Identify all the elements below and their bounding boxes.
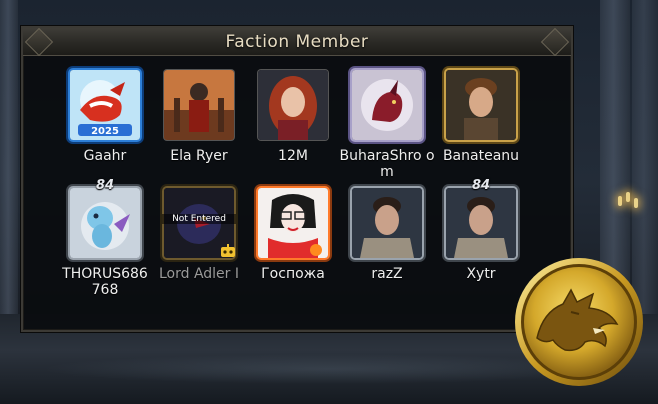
level-badge: 84	[95, 178, 115, 193]
knight-man-avatar-icon	[352, 188, 422, 258]
avatar[interactable]	[254, 66, 332, 144]
candle	[634, 198, 638, 208]
level-badge: 84	[471, 178, 491, 193]
dragon-portrait-avatar-icon	[352, 70, 422, 140]
glasses-woman-avatar-icon	[258, 188, 328, 258]
young-man-avatar-icon	[446, 70, 516, 140]
avatar[interactable]: Not Entered	[160, 184, 238, 262]
baby-dragon-avatar-icon	[70, 188, 140, 258]
member-card[interactable]: BuharaShro om	[339, 66, 435, 180]
robot-icon	[221, 244, 235, 257]
member-card[interactable]: razZ	[339, 184, 435, 282]
member-name: Госпожа	[261, 266, 325, 282]
svg-text:2025: 2025	[91, 126, 119, 137]
avatar[interactable]	[254, 184, 332, 262]
header-ornament-left-icon	[24, 27, 54, 57]
avatar[interactable]	[348, 184, 426, 262]
header-ornament-right-icon	[540, 27, 570, 57]
faction-member-panel: Faction Member 2025 Gaahr Ela Ryer 12M B…	[21, 26, 573, 332]
member-name: Banateanu	[442, 148, 520, 164]
member-name: 12M	[278, 148, 308, 164]
avatar[interactable]	[442, 66, 520, 144]
avatar[interactable]	[160, 66, 238, 144]
member-card[interactable]: 12M	[245, 66, 341, 164]
member-name: razZ	[371, 266, 403, 282]
member-name: BuharaShro om	[339, 148, 435, 180]
member-card[interactable]: Banateanu	[433, 66, 529, 164]
member-card[interactable]: Ela Ryer	[151, 66, 247, 164]
faction-emblem-button[interactable]	[509, 252, 649, 392]
avatar[interactable]	[348, 66, 426, 144]
direwolf-sigil-icon	[515, 258, 643, 386]
not-entered-label: Not Entered	[162, 214, 236, 224]
member-card[interactable]: Госпожа	[245, 184, 341, 282]
member-card[interactable]: Not Entered Lord Adler I	[151, 184, 247, 282]
candle	[618, 196, 622, 206]
warrior-avatar-icon	[164, 70, 234, 140]
pillar-left	[0, 0, 18, 324]
member-name: Ela Ryer	[170, 148, 228, 164]
avatar[interactable]: 2025	[66, 66, 144, 144]
candle	[626, 192, 630, 202]
avatar[interactable]: 84	[66, 178, 144, 262]
avatar[interactable]: 84	[442, 178, 520, 262]
member-card[interactable]: 2025 Gaahr	[57, 66, 153, 164]
knight-man-avatar-icon	[446, 188, 516, 258]
member-card[interactable]: 84 THORUS686 768	[57, 178, 153, 298]
panel-title: Faction Member	[225, 31, 369, 52]
member-name: THORUS686 768	[62, 266, 148, 298]
member-name: Lord Adler I	[158, 266, 240, 282]
member-name: Gaahr	[83, 148, 127, 164]
red-hair-woman-avatar-icon	[258, 70, 328, 140]
panel-header: Faction Member	[23, 27, 571, 57]
dragon-cartoon-avatar-icon: 2025	[70, 70, 140, 140]
